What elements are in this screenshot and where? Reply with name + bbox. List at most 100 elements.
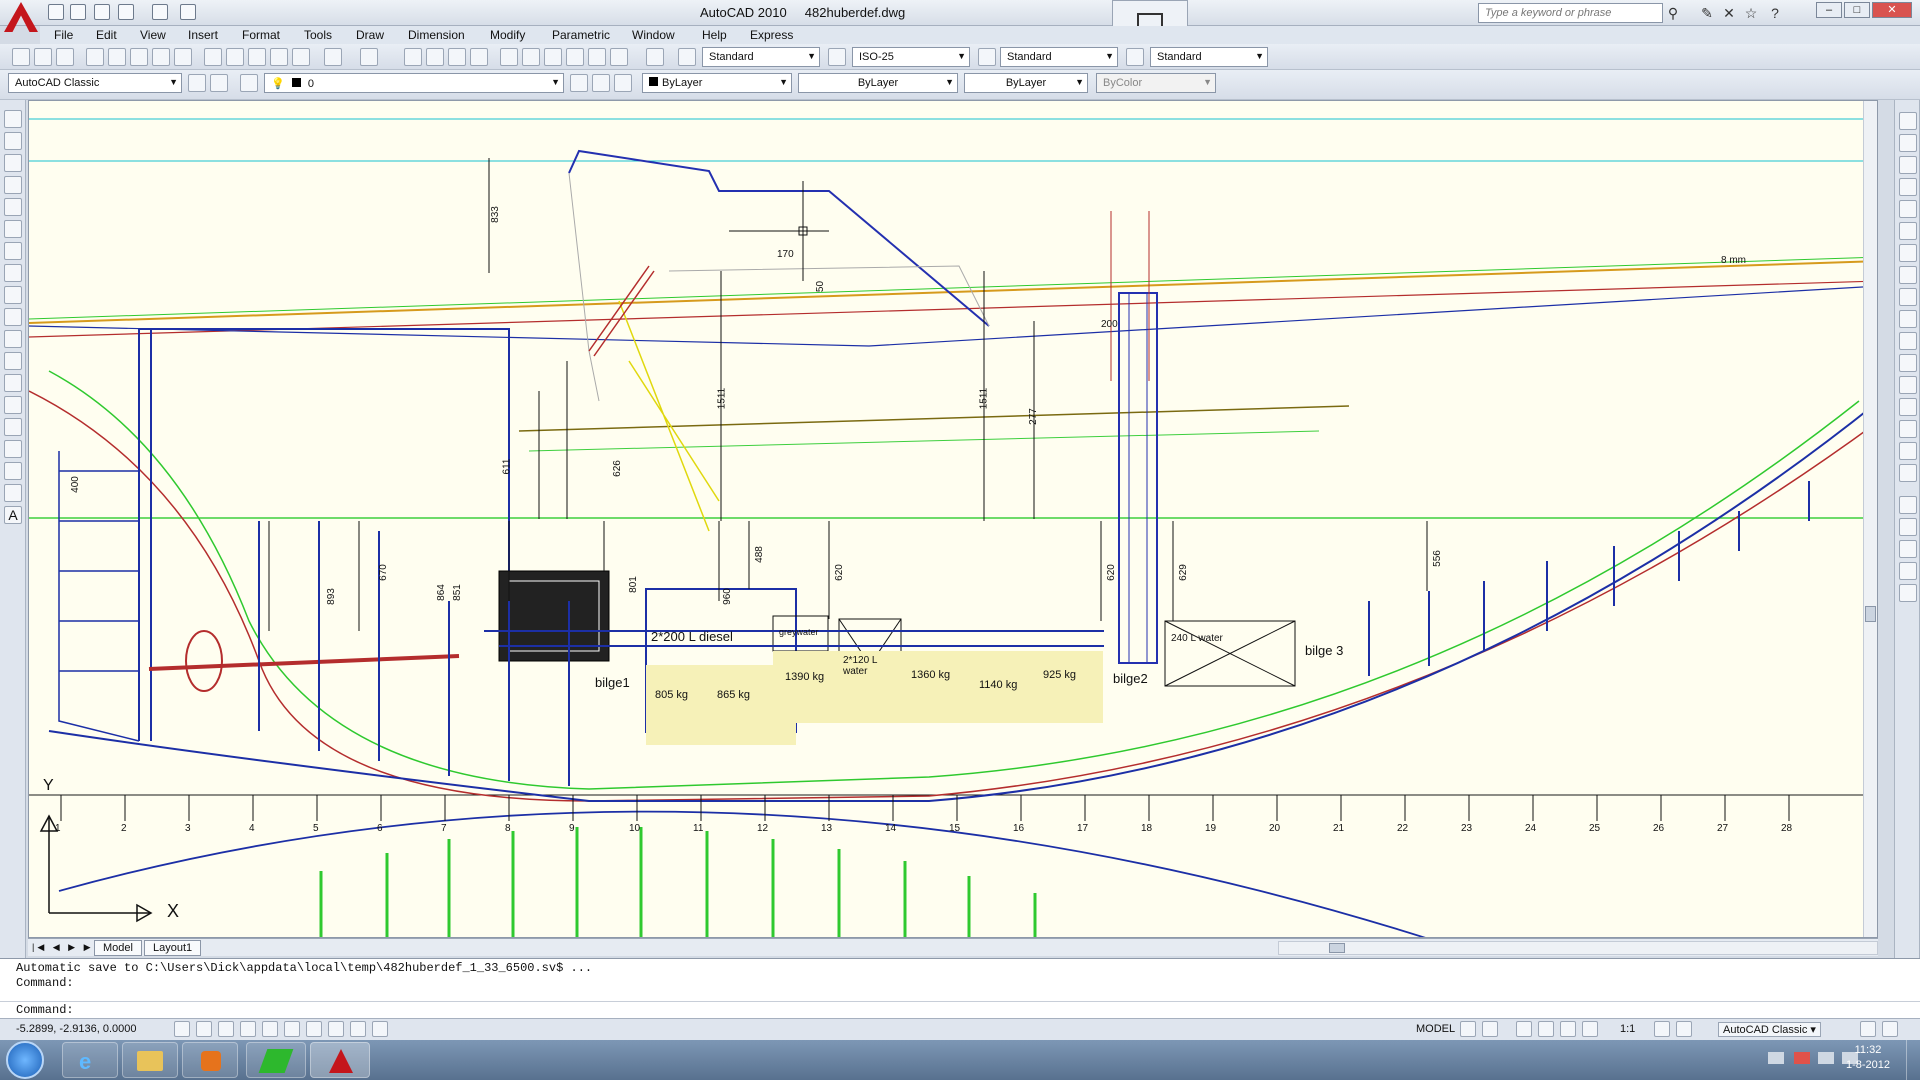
favorites-icon[interactable]: ☆: [1742, 4, 1760, 22]
dyn-icon[interactable]: [328, 1021, 344, 1037]
app-taskbar-icon[interactable]: [246, 1042, 306, 1078]
system-tray-icon[interactable]: [1768, 1052, 1784, 1064]
maximize-button[interactable]: □: [1844, 2, 1870, 18]
open-file-icon[interactable]: [70, 4, 86, 20]
explorer-icon[interactable]: [122, 1042, 178, 1078]
plot-style-select[interactable]: ByColor ▼: [1096, 73, 1216, 93]
drawing-canvas[interactable]: 833 170 50 1511 1511 277 200 611 626 400…: [28, 100, 1878, 938]
move-icon[interactable]: [1899, 222, 1917, 240]
zoom-icon[interactable]: [1538, 1021, 1554, 1037]
send-to-back-icon[interactable]: [1899, 540, 1917, 558]
autocad-taskbar-button[interactable]: [310, 1042, 370, 1078]
tab-nav-arrows[interactable]: |◀ ◀ ▶ ▶|: [32, 942, 99, 953]
showmotion-icon[interactable]: [1582, 1021, 1598, 1037]
ortho-icon[interactable]: [218, 1021, 234, 1037]
bring-above-icon[interactable]: [1899, 562, 1917, 580]
pan-icon[interactable]: [1516, 1021, 1532, 1037]
workspace-switch[interactable]: AutoCAD Classic ▾: [1718, 1022, 1821, 1037]
offset-icon[interactable]: [1899, 178, 1917, 196]
bring-to-front-icon[interactable]: [1899, 518, 1917, 536]
fillet-icon[interactable]: [1899, 442, 1917, 460]
grid-display-icon[interactable]: [196, 1021, 212, 1037]
revision-cloud-icon[interactable]: [4, 264, 22, 282]
plot-preview-icon[interactable]: [108, 48, 126, 66]
internet-explorer-icon[interactable]: e: [62, 1042, 118, 1078]
redo-icon[interactable]: [360, 48, 378, 66]
erase-icon[interactable]: [1899, 112, 1917, 130]
sheet-set-icon[interactable]: [566, 48, 584, 66]
make-block-icon[interactable]: [4, 374, 22, 392]
snap-mode-icon[interactable]: [174, 1021, 190, 1037]
search-input[interactable]: Type a keyword or phrase: [1478, 3, 1663, 23]
construction-line-icon[interactable]: [4, 132, 22, 150]
spline-icon[interactable]: [4, 286, 22, 304]
model-space-toggle[interactable]: MODEL: [1416, 1023, 1455, 1035]
redo-icon[interactable]: [152, 4, 168, 20]
multiline-text-icon[interactable]: A: [4, 506, 22, 524]
pan-icon[interactable]: [404, 48, 422, 66]
layer-previous-icon[interactable]: [592, 74, 610, 92]
dim-style-select[interactable]: ISO-25 ▼: [852, 47, 970, 67]
steering-wheel-icon[interactable]: [1560, 1021, 1576, 1037]
scale-icon[interactable]: [1899, 266, 1917, 284]
zoom-previous-icon[interactable]: [470, 48, 488, 66]
copy-icon[interactable]: [226, 48, 244, 66]
lock-icon[interactable]: [1860, 1021, 1876, 1037]
binoculars-icon[interactable]: ⚲: [1664, 4, 1682, 22]
text-style-icon[interactable]: [678, 48, 696, 66]
scroll-thumb[interactable]: [1865, 606, 1876, 622]
layer-states-icon[interactable]: [614, 74, 632, 92]
horizontal-scrollbar[interactable]: [1278, 941, 1878, 955]
auto-scale-icon[interactable]: [1676, 1021, 1692, 1037]
trim-icon[interactable]: [1899, 310, 1917, 328]
system-clock[interactable]: 11:32 1-8-2012: [1846, 1043, 1890, 1073]
show-desktop-button[interactable]: [1906, 1040, 1920, 1080]
zoom-realtime-icon[interactable]: [426, 48, 444, 66]
save-icon[interactable]: [94, 4, 110, 20]
quick-properties-icon[interactable]: [372, 1021, 388, 1037]
polyline-icon[interactable]: [4, 154, 22, 172]
menu-edit[interactable]: Edit: [96, 28, 117, 42]
match-properties-icon[interactable]: [270, 48, 288, 66]
media-player-icon[interactable]: [182, 1042, 238, 1078]
explode-icon[interactable]: [1899, 464, 1917, 482]
join-icon[interactable]: [1899, 398, 1917, 416]
quick-view-layouts-icon[interactable]: [1460, 1021, 1476, 1037]
text-style-select[interactable]: Standard ▼: [702, 47, 820, 67]
menu-insert[interactable]: Insert: [188, 28, 218, 42]
coordinate-display[interactable]: -5.2899, -2.9136, 0.0000: [16, 1023, 136, 1035]
workspace-settings-icon[interactable]: [188, 74, 206, 92]
start-button[interactable]: [6, 1041, 44, 1079]
break-icon[interactable]: [1899, 376, 1917, 394]
menu-view[interactable]: View: [140, 28, 166, 42]
dim-style-icon[interactable]: [828, 48, 846, 66]
subscription-icon[interactable]: ✎: [1698, 4, 1716, 22]
properties-icon[interactable]: [500, 48, 518, 66]
stretch-icon[interactable]: [1899, 288, 1917, 306]
point-icon[interactable]: [4, 396, 22, 414]
annotation-visibility-icon[interactable]: [1654, 1021, 1670, 1037]
table-style-select[interactable]: Standard ▼: [1000, 47, 1118, 67]
quickcalc-icon[interactable]: [610, 48, 628, 66]
help-icon[interactable]: [646, 48, 664, 66]
menu-parametric[interactable]: Parametric: [552, 28, 610, 42]
plot-icon[interactable]: [86, 48, 104, 66]
plot-icon[interactable]: [180, 4, 196, 20]
copy-object-icon[interactable]: [1899, 134, 1917, 152]
mirror-icon[interactable]: [1899, 156, 1917, 174]
workspace-select[interactable]: AutoCAD Classic ▼: [8, 73, 182, 93]
color-select[interactable]: ByLayer ▼: [642, 73, 792, 93]
rectangle-icon[interactable]: [4, 198, 22, 216]
design-center-icon[interactable]: [522, 48, 540, 66]
open-icon[interactable]: [34, 48, 52, 66]
menu-tools[interactable]: Tools: [304, 28, 332, 42]
menu-file[interactable]: File: [54, 28, 73, 42]
layer-select[interactable]: 💡 0 ▼: [264, 73, 564, 93]
application-menu-button[interactable]: [4, 2, 38, 32]
table-style-icon[interactable]: [978, 48, 996, 66]
menu-draw[interactable]: Draw: [356, 28, 384, 42]
lineweight-icon[interactable]: [350, 1021, 366, 1037]
minimize-button[interactable]: –: [1816, 2, 1842, 18]
menu-dimension[interactable]: Dimension: [408, 28, 465, 42]
menu-modify[interactable]: Modify: [490, 28, 525, 42]
